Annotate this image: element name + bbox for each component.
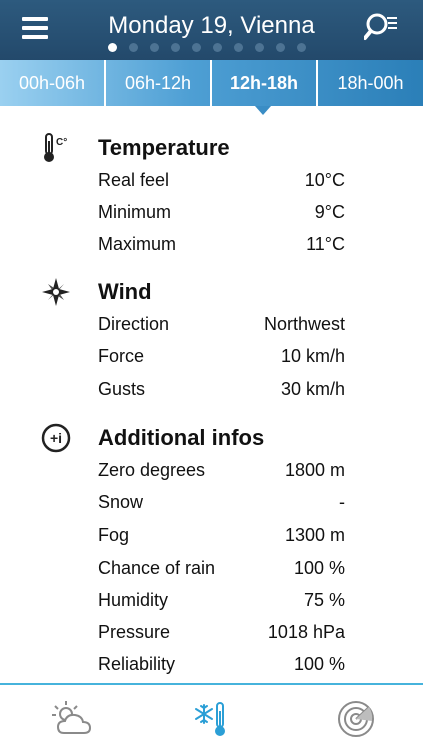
row-value-minimum: 9°C	[314, 202, 345, 222]
temperature-title: Temperature	[98, 135, 230, 160]
page-dot[interactable]	[255, 43, 264, 52]
row-value-fog: 1300 m	[284, 525, 345, 545]
row-value-chance-of-rain: 100 %	[293, 558, 345, 578]
row-value-pressure: 1018 hPa	[267, 622, 345, 642]
row-value-real-feel: 10°C	[304, 170, 345, 190]
snow-thermometer-icon	[195, 702, 225, 736]
app-header: Monday 19, Vienna	[0, 0, 423, 60]
compass-rose-icon	[40, 276, 72, 308]
search-list-icon	[363, 13, 397, 40]
info-plus-icon-label: +i	[50, 430, 62, 446]
row-value-gusts: 30 km/h	[280, 379, 345, 399]
row-value-zero-degrees: 1800 m	[284, 460, 345, 480]
page-dot[interactable]	[234, 43, 243, 52]
page-dot[interactable]	[192, 43, 201, 52]
row-value-snow: -	[339, 492, 345, 512]
menu-icon-bar	[22, 35, 48, 39]
page-title: Monday 19, Vienna	[108, 12, 315, 39]
row-label-minimum: Minimum	[98, 202, 172, 222]
row-value-humidity: 75 %	[303, 590, 345, 610]
page-indicator	[108, 43, 318, 53]
thermometer-icon: C°	[40, 132, 72, 164]
wind-title: Wind	[98, 279, 152, 304]
row-label-gusts: Gusts	[98, 379, 146, 399]
search-button[interactable]	[363, 11, 400, 43]
row-value-direction: Northwest	[263, 314, 345, 334]
row-label-fog: Fog	[98, 525, 130, 545]
menu-icon-bar	[22, 26, 48, 30]
row-value-reliability: 100 %	[293, 654, 345, 674]
bottom-navigation	[0, 683, 423, 750]
partly-cloudy-icon	[52, 701, 92, 734]
row-label-zero-degrees: Zero degrees	[98, 460, 206, 480]
row-label-snow: Snow	[98, 492, 144, 512]
row-label-maximum: Maximum	[98, 234, 177, 254]
nav-forecast-button[interactable]	[50, 699, 94, 739]
page-dot[interactable]	[171, 43, 180, 52]
row-value-maximum: 11°C	[306, 234, 345, 254]
thermometer-icon-label: C°	[56, 137, 67, 148]
row-label-pressure: Pressure	[98, 622, 171, 642]
page-dot[interactable]	[276, 43, 285, 52]
row-label-chance-of-rain: Chance of rain	[98, 558, 216, 578]
tab-12h-18h[interactable]: 12h-18h	[212, 60, 316, 106]
tab-06h-12h[interactable]: 06h-12h	[106, 60, 210, 106]
menu-icon-bar	[22, 17, 48, 21]
info-plus-icon: +i	[40, 422, 72, 454]
time-tabs: 00h-06h 06h-12h 12h-18h 18h-00h	[0, 60, 423, 106]
tab-00h-06h[interactable]: 00h-06h	[0, 60, 104, 106]
row-value-force: 10 km/h	[280, 346, 345, 366]
menu-button[interactable]	[20, 15, 50, 41]
row-label-reliability: Reliability	[98, 654, 176, 674]
page-dot[interactable]	[108, 43, 117, 52]
page-dot[interactable]	[297, 43, 306, 52]
nav-details-button[interactable]	[190, 699, 234, 739]
additional-infos-title: Additional infos	[98, 425, 265, 450]
row-label-force: Force	[98, 346, 145, 366]
page-dot[interactable]	[150, 43, 159, 52]
radar-icon	[338, 701, 374, 737]
page-dot[interactable]	[213, 43, 222, 52]
tab-18h-00h[interactable]: 18h-00h	[318, 60, 423, 106]
active-tab-pointer	[255, 106, 271, 115]
row-label-direction: Direction	[98, 314, 170, 334]
nav-radar-button[interactable]	[334, 699, 378, 739]
row-label-real-feel: Real feel	[98, 170, 170, 190]
row-label-humidity: Humidity	[98, 590, 169, 610]
page-dot[interactable]	[129, 43, 138, 52]
